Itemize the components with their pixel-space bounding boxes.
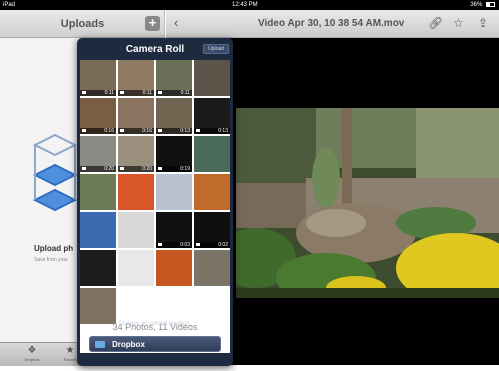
photo-grid: 0:11 0:11 0:11 0:16 0:16 0:13 0:13 0:20 0:20 0:19…	[80, 60, 230, 324]
video-info-bar: 0:16	[80, 128, 116, 134]
photo-thumbnail[interactable]	[118, 174, 154, 210]
video-frame-image	[236, 108, 499, 298]
photo-thumbnail[interactable]: 0:03	[156, 212, 192, 248]
tab-dropbox[interactable]: ❖ Dropbox	[20, 345, 44, 362]
photo-thumbnail[interactable]	[118, 212, 154, 248]
device-label: iPad	[3, 2, 16, 8]
battery-indicator: 36%	[470, 2, 495, 8]
video-camera-icon	[120, 91, 124, 94]
video-camera-icon	[158, 91, 162, 94]
video-camera-icon	[196, 129, 200, 132]
popover-header: Camera Roll Upload	[77, 38, 233, 60]
link-icon[interactable]: 🔗︎	[428, 16, 443, 30]
video-duration: 0:03	[180, 242, 190, 248]
photo-thumbnail[interactable]: 0:11	[80, 60, 116, 96]
video-duration: 0:16	[104, 128, 114, 134]
video-info-bar: 0:13	[194, 128, 230, 134]
photo-thumbnail[interactable]	[80, 174, 116, 210]
chevron-left-icon[interactable]: ‹	[174, 15, 178, 30]
photo-thumbnail[interactable]: 0:13	[156, 98, 192, 134]
battery-icon	[486, 2, 495, 7]
dropbox-icon: ❖	[27, 345, 37, 356]
video-camera-icon	[158, 167, 162, 170]
photo-thumbnail[interactable]: 0:20	[80, 136, 116, 172]
photo-thumbnail[interactable]: 0:02	[194, 212, 230, 248]
add-upload-button[interactable]: +	[145, 16, 160, 31]
video-info-bar: 0:19	[156, 166, 192, 172]
dropbox-destination-button[interactable]: Dropbox	[89, 336, 221, 352]
video-camera-icon	[120, 167, 124, 170]
video-camera-icon	[82, 129, 86, 132]
video-duration: 0:11	[180, 90, 190, 96]
photo-thumbnail[interactable]	[194, 60, 230, 96]
photo-thumbnail[interactable]: 0:13	[194, 98, 230, 134]
video-duration: 0:20	[142, 166, 152, 172]
video-camera-icon	[158, 129, 162, 132]
choose-location-text: Choose an upload location.	[118, 321, 192, 327]
video-duration: 0:11	[142, 90, 152, 96]
video-duration: 0:19	[180, 166, 190, 172]
photo-thumbnail[interactable]	[194, 136, 230, 172]
video-camera-icon	[82, 91, 86, 94]
video-info-bar: 0:11	[156, 90, 192, 96]
photo-thumbnail[interactable]	[80, 288, 116, 324]
video-camera-icon	[82, 167, 86, 170]
photo-thumbnail[interactable]	[156, 250, 192, 286]
video-duration: 0:20	[104, 166, 114, 172]
video-duration: 0:02	[218, 242, 228, 248]
photo-thumbnail[interactable]	[80, 250, 116, 286]
share-icon[interactable]: ⇪	[478, 16, 488, 30]
video-info-bar: 0:03	[156, 242, 192, 248]
upload-photos-heading: Upload ph	[34, 244, 74, 253]
video-camera-icon	[120, 129, 124, 132]
video-navbar: ‹ Video Apr 30, 10 38 54 AM.mov 🔗︎ ☆ ⇪	[166, 10, 499, 38]
video-duration: 0:13	[218, 128, 228, 134]
video-info-bar: 0:02	[194, 242, 230, 248]
dropbox-illustration-icon	[32, 133, 78, 212]
photo-thumbnail[interactable]: 0:16	[80, 98, 116, 134]
video-title: Video Apr 30, 10 38 54 AM.mov	[258, 18, 405, 29]
photo-thumbnail[interactable]	[80, 212, 116, 248]
video-duration: 0:16	[142, 128, 152, 134]
dropbox-destination-label: Dropbox	[112, 340, 145, 349]
video-info-bar: 0:20	[118, 166, 154, 172]
photo-thumbnail[interactable]	[194, 174, 230, 210]
status-time: 12:43 PM	[232, 2, 258, 8]
uploads-title: Uploads	[60, 18, 105, 30]
folder-icon	[95, 341, 105, 348]
camera-roll-popover: Camera Roll Upload 0:11 0:11 0:11 0:16 0:16 0…	[77, 38, 233, 366]
video-info-bar: 0:20	[80, 166, 116, 172]
video-duration: 0:13	[180, 128, 190, 134]
battery-percent: 36%	[470, 2, 483, 9]
photo-thumbnail[interactable]	[156, 174, 192, 210]
video-info-bar: 0:11	[80, 90, 116, 96]
photo-thumbnail[interactable]: 0:16	[118, 98, 154, 134]
photo-thumbnail[interactable]: 0:11	[156, 60, 192, 96]
photo-thumbnail[interactable]	[118, 250, 154, 286]
photo-thumbnail[interactable]	[194, 250, 230, 286]
uploads-navbar: Uploads +	[0, 10, 164, 38]
status-bar: iPad 12:43 PM 36%	[0, 0, 499, 10]
star-icon[interactable]: ☆	[453, 16, 464, 30]
upload-photos-subtitle: Save from your	[34, 257, 68, 263]
photo-grid-container: 0:11 0:11 0:11 0:16 0:16 0:13 0:13 0:20 0:20 0:19…	[80, 60, 230, 353]
tab-dropbox-label: Dropbox	[24, 357, 40, 362]
video-camera-icon	[196, 243, 200, 246]
video-info-bar: 0:16	[118, 128, 154, 134]
photo-thumbnail[interactable]: 0:11	[118, 60, 154, 96]
photo-thumbnail[interactable]: 0:19	[156, 136, 192, 172]
upload-button[interactable]: Upload	[203, 44, 229, 54]
video-info-bar: 0:13	[156, 128, 192, 134]
photo-thumbnail[interactable]: 0:20	[118, 136, 154, 172]
plus-icon: +	[148, 15, 157, 30]
video-info-bar: 0:11	[118, 90, 154, 96]
video-camera-icon	[158, 243, 162, 246]
video-duration: 0:11	[104, 90, 114, 96]
